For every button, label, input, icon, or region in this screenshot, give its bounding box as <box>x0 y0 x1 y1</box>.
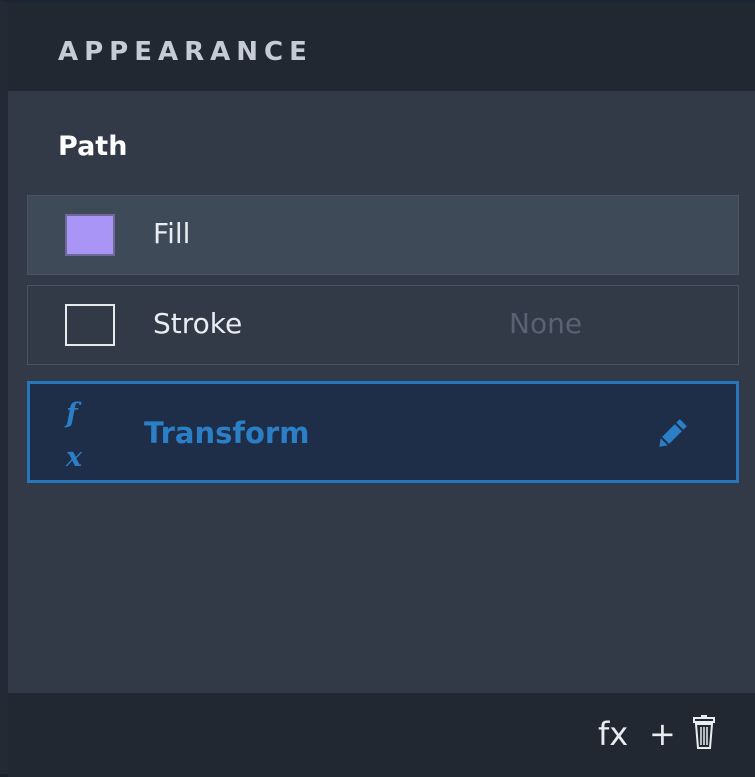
appearance-panel: APPEARANCE Path Fill Stroke None f x Tra… <box>0 0 755 777</box>
trash-icon[interactable] <box>692 715 716 751</box>
pencil-icon[interactable] <box>652 414 692 454</box>
fill-label: Fill <box>153 217 191 250</box>
fill-swatch[interactable] <box>65 214 115 256</box>
fx-icon-f: f <box>66 398 78 429</box>
panel-header: APPEARANCE <box>8 3 755 91</box>
effect-row-transform[interactable]: f x Transform <box>27 381 739 483</box>
stroke-label: Stroke <box>153 307 243 340</box>
fx-icon: f x <box>66 392 96 480</box>
fill-row[interactable]: Fill <box>27 195 739 275</box>
stroke-row[interactable]: Stroke None <box>27 285 739 365</box>
panel-title: APPEARANCE <box>58 37 313 67</box>
stroke-value: None <box>509 307 583 340</box>
stroke-swatch[interactable] <box>65 304 115 346</box>
add-effect-button[interactable]: fx <box>598 715 628 753</box>
fx-icon-x: x <box>66 442 83 473</box>
panel-footer: fx + <box>8 693 755 777</box>
effect-label: Transform <box>144 416 310 450</box>
object-name: Path <box>58 131 128 162</box>
add-new-item-button[interactable]: + <box>649 715 676 753</box>
